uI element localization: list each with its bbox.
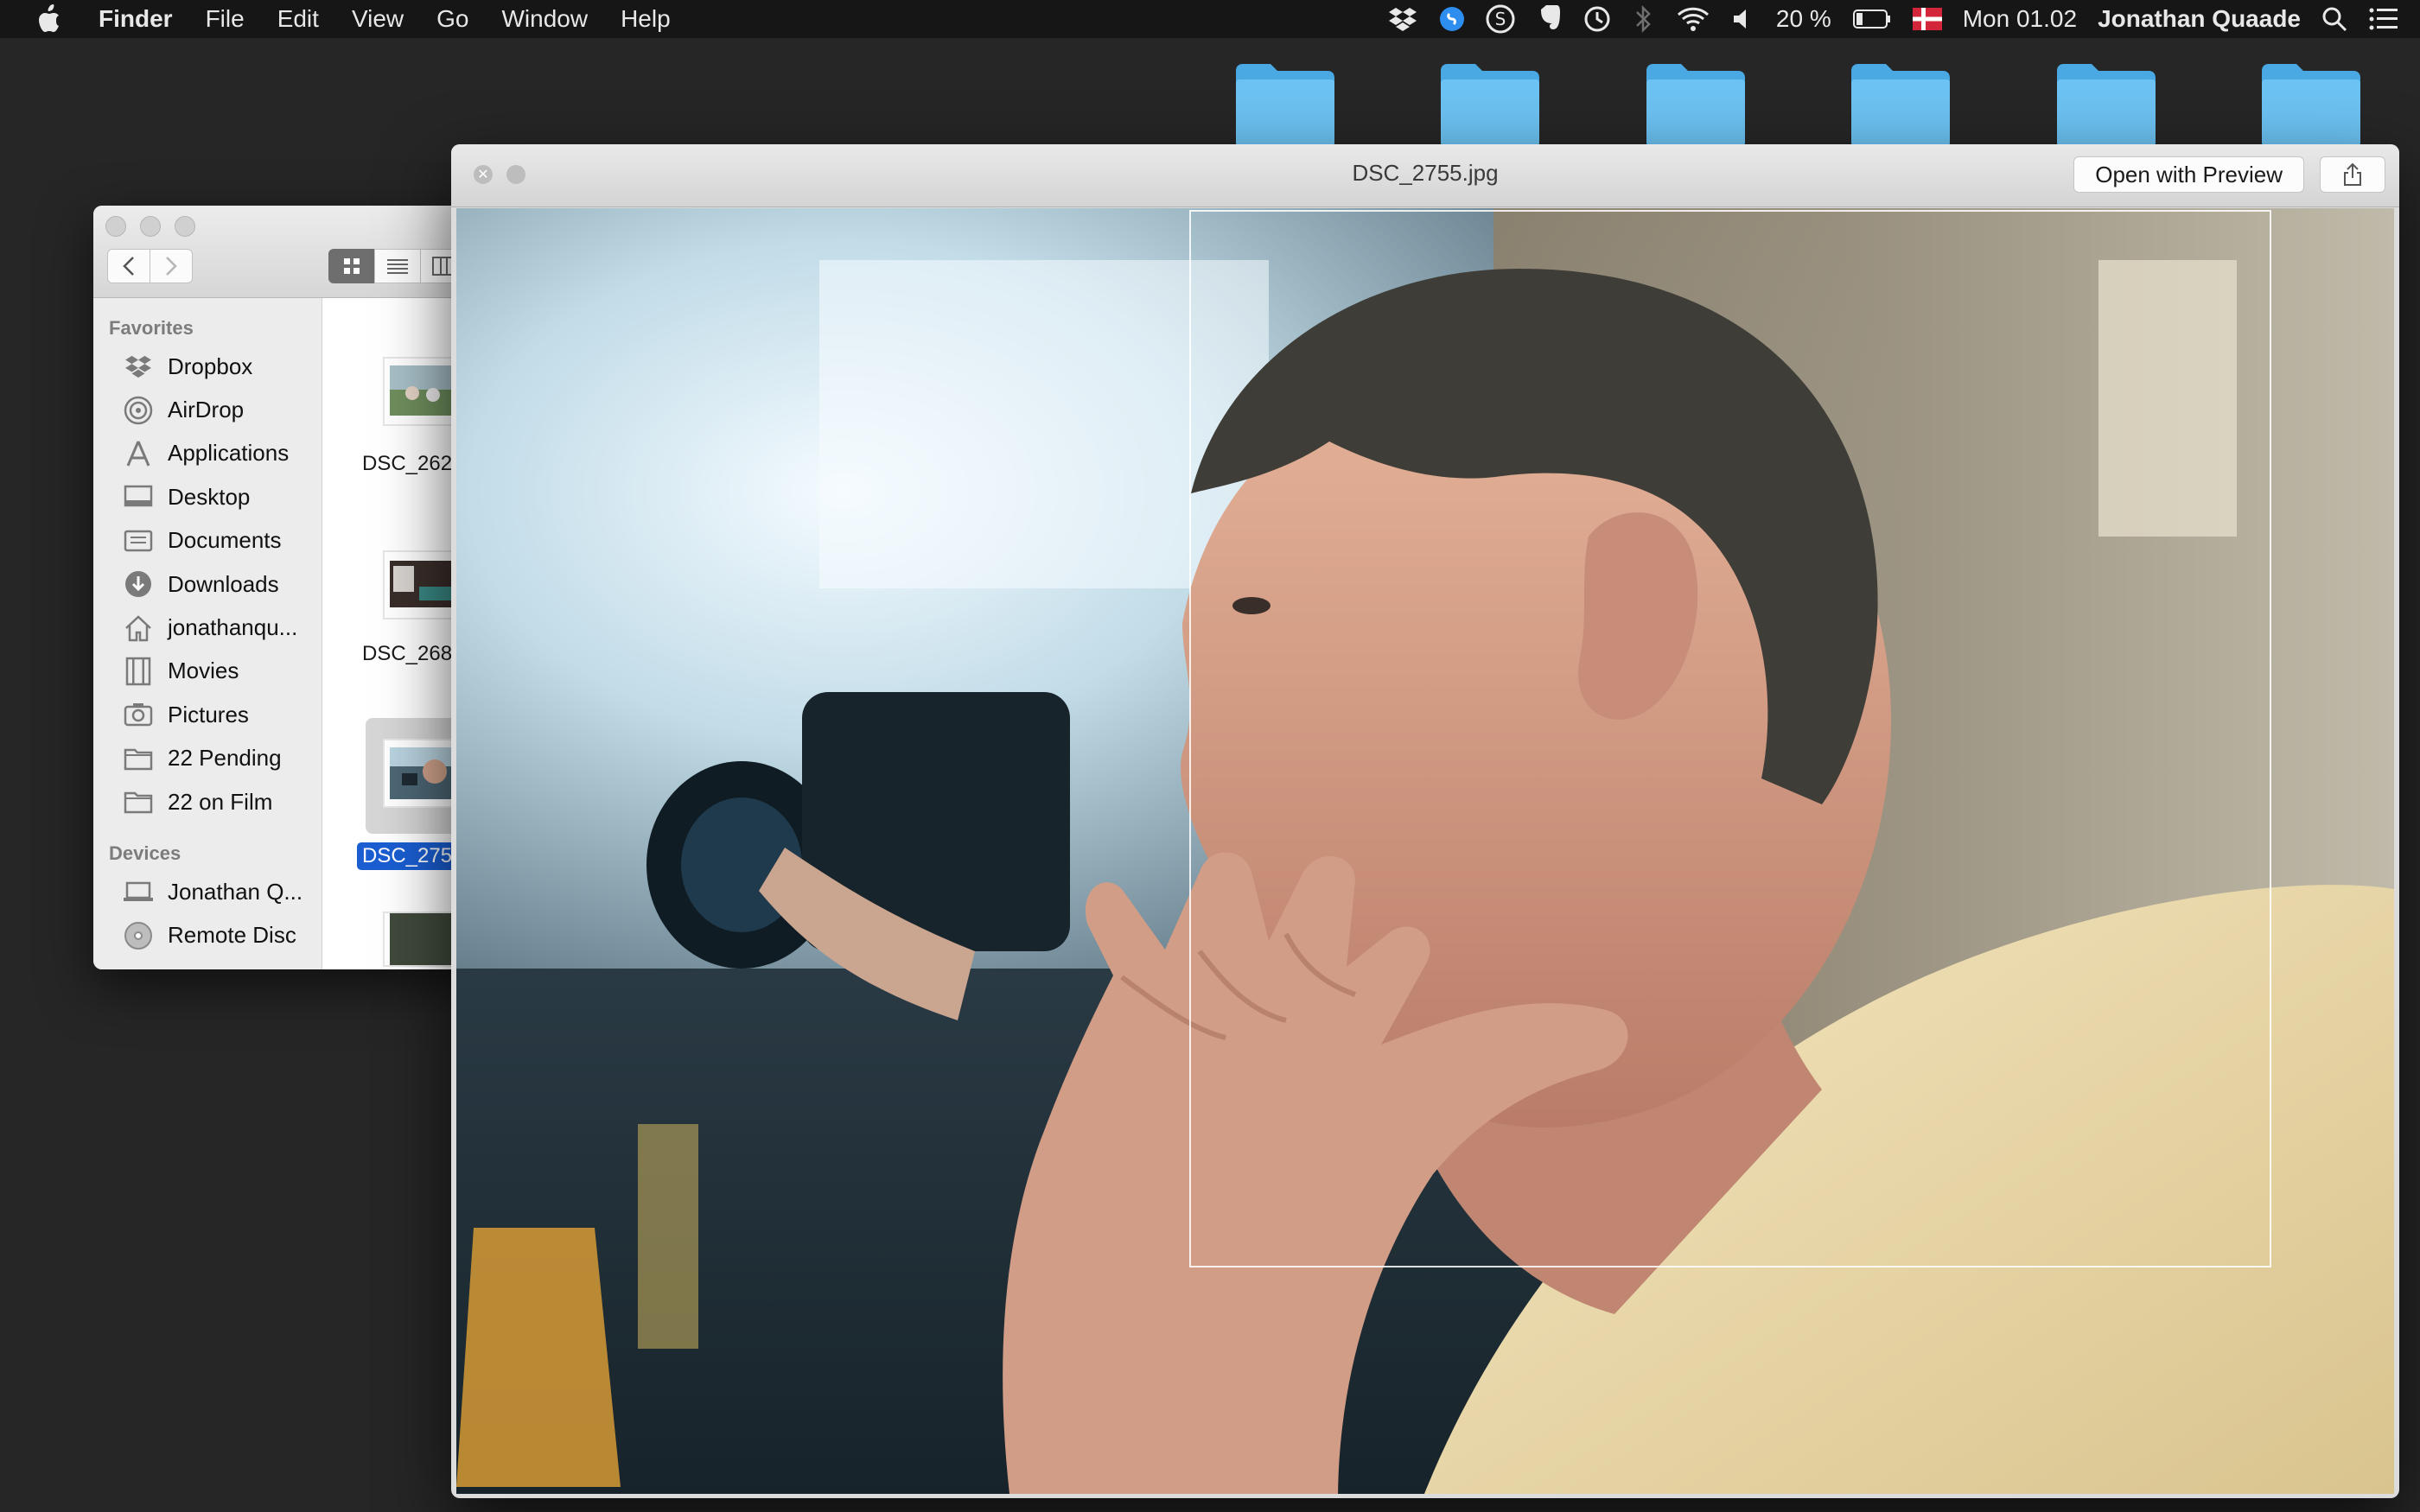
image-thumbnail xyxy=(385,740,461,806)
wifi-icon[interactable] xyxy=(1676,6,1710,32)
laptop-icon xyxy=(123,877,154,906)
menu-edit[interactable]: Edit xyxy=(277,5,319,33)
minimize-window-button[interactable] xyxy=(140,216,161,237)
desktop-icon xyxy=(123,482,154,511)
quick-look-titlebar: ✕ DSC_2755.jpg Open with Preview xyxy=(451,144,2399,207)
sidebar-item-desktop[interactable]: Desktop xyxy=(93,475,322,518)
forward-button[interactable] xyxy=(150,249,193,283)
icon-view-button[interactable] xyxy=(328,249,375,283)
clock[interactable]: Mon 01.02 xyxy=(1963,5,2077,33)
sidebar-item-label: 22 on Film xyxy=(168,788,273,815)
shazam-icon[interactable] xyxy=(1439,6,1465,32)
pictures-icon xyxy=(123,700,154,729)
sidebar-item-pictures[interactable]: Pictures xyxy=(93,693,322,736)
sidebar-item-label: Desktop xyxy=(168,483,251,510)
sidebar-item-documents[interactable]: Documents xyxy=(93,519,322,562)
spotlight-icon[interactable] xyxy=(2321,6,2347,32)
menu-help[interactable]: Help xyxy=(621,5,671,33)
downloads-icon xyxy=(123,569,154,599)
sidebar-item-remote-disc[interactable]: Remote Disc xyxy=(93,914,322,957)
desktop-folder-icon[interactable] xyxy=(1439,62,1541,145)
dropbox-icon[interactable] xyxy=(1387,6,1418,32)
image-thumbnail xyxy=(385,359,461,424)
favorites-heading: Favorites xyxy=(109,317,194,339)
apple-menu-icon[interactable] xyxy=(33,3,64,35)
image-thumbnail xyxy=(385,913,461,965)
finder-sidebar: Favorites Dropbox AirDrop Applications D… xyxy=(93,298,322,969)
desktop-folder-icon[interactable] xyxy=(2055,62,2157,145)
volume-icon[interactable] xyxy=(1731,6,1755,32)
notification-center-icon[interactable] xyxy=(2368,7,2399,31)
disc-icon xyxy=(123,921,154,950)
zoom-window-button[interactable] xyxy=(175,216,195,237)
sidebar-item-label: Movies xyxy=(168,658,239,684)
sidebar-item-applications[interactable]: Applications xyxy=(93,432,322,475)
list-view-button[interactable] xyxy=(374,249,421,283)
close-window-button[interactable] xyxy=(105,216,126,237)
share-icon xyxy=(2344,162,2361,186)
dropbox-icon xyxy=(123,352,154,381)
photo-preview xyxy=(456,208,2394,1494)
sidebar-item-label: jonathanqu... xyxy=(168,614,298,641)
sidebar-item-computer[interactable]: Jonathan Q... xyxy=(93,870,322,913)
svg-text:S: S xyxy=(1495,9,1506,29)
image-thumbnail xyxy=(385,552,461,618)
sidebar-item-label: Applications xyxy=(168,440,290,467)
sidebar-item-label: Downloads xyxy=(168,570,279,597)
sidebar-item-label: Jonathan Q... xyxy=(168,878,303,905)
skype-icon[interactable]: S xyxy=(1486,4,1515,34)
sidebar-item-label: Pictures xyxy=(168,701,249,727)
menu-go[interactable]: Go xyxy=(436,5,468,33)
crop-selection-frame[interactable] xyxy=(1189,210,2271,1267)
status-area: S 20 % Mon 01.02 Jonathan Quaade xyxy=(1387,0,2420,38)
sidebar-item-22-pending[interactable]: 22 Pending xyxy=(93,737,322,780)
open-with-preview-button[interactable]: Open with Preview xyxy=(2073,156,2304,193)
sidebar-item-home[interactable]: jonathanqu... xyxy=(93,606,322,649)
sidebar-item-label: AirDrop xyxy=(168,397,245,423)
share-button[interactable] xyxy=(2320,156,2385,193)
menu-file[interactable]: File xyxy=(206,5,245,33)
desktop-folder-icon[interactable] xyxy=(1645,62,1747,145)
sidebar-item-label: Remote Disc xyxy=(168,922,296,949)
movies-icon xyxy=(123,657,154,686)
menu-app-name[interactable]: Finder xyxy=(99,5,173,33)
time-machine-icon[interactable] xyxy=(1583,4,1612,34)
menu-bar: Finder File Edit View Go Window Help S 2… xyxy=(0,0,2420,38)
sidebar-item-movies[interactable]: Movies xyxy=(93,650,322,693)
battery-icon[interactable] xyxy=(1852,8,1892,30)
desktop-folder-icon[interactable] xyxy=(2260,62,2362,145)
sidebar-item-dropbox[interactable]: Dropbox xyxy=(93,345,322,388)
sidebar-item-label: 22 Pending xyxy=(168,745,282,772)
desktop-folder-icon[interactable] xyxy=(1234,62,1336,145)
applications-icon xyxy=(123,439,154,468)
home-icon xyxy=(123,613,154,643)
quick-look-window: ✕ DSC_2755.jpg Open with Preview xyxy=(451,144,2399,1498)
airdrop-icon xyxy=(123,396,154,425)
documents-icon xyxy=(123,526,154,556)
menu-window[interactable]: Window xyxy=(501,5,588,33)
bluetooth-icon[interactable] xyxy=(1633,4,1655,34)
desktop-folder-icon[interactable] xyxy=(1850,62,1952,145)
folder-icon xyxy=(123,787,154,816)
menu-view[interactable]: View xyxy=(352,5,404,33)
devices-heading: Devices xyxy=(109,842,182,865)
evernote-icon[interactable] xyxy=(1536,4,1562,34)
sidebar-item-label: Dropbox xyxy=(168,353,253,379)
back-button[interactable] xyxy=(107,249,150,283)
sidebar-item-22-on-film[interactable]: 22 on Film xyxy=(93,780,322,823)
sidebar-item-airdrop[interactable]: AirDrop xyxy=(93,388,322,431)
danish-flag-icon[interactable] xyxy=(1912,8,1942,30)
battery-percent[interactable]: 20 % xyxy=(1776,5,1831,33)
sidebar-item-label: Documents xyxy=(168,527,282,554)
user-name[interactable]: Jonathan Quaade xyxy=(2098,5,2301,33)
folder-icon xyxy=(123,744,154,773)
sidebar-item-downloads[interactable]: Downloads xyxy=(93,562,322,606)
